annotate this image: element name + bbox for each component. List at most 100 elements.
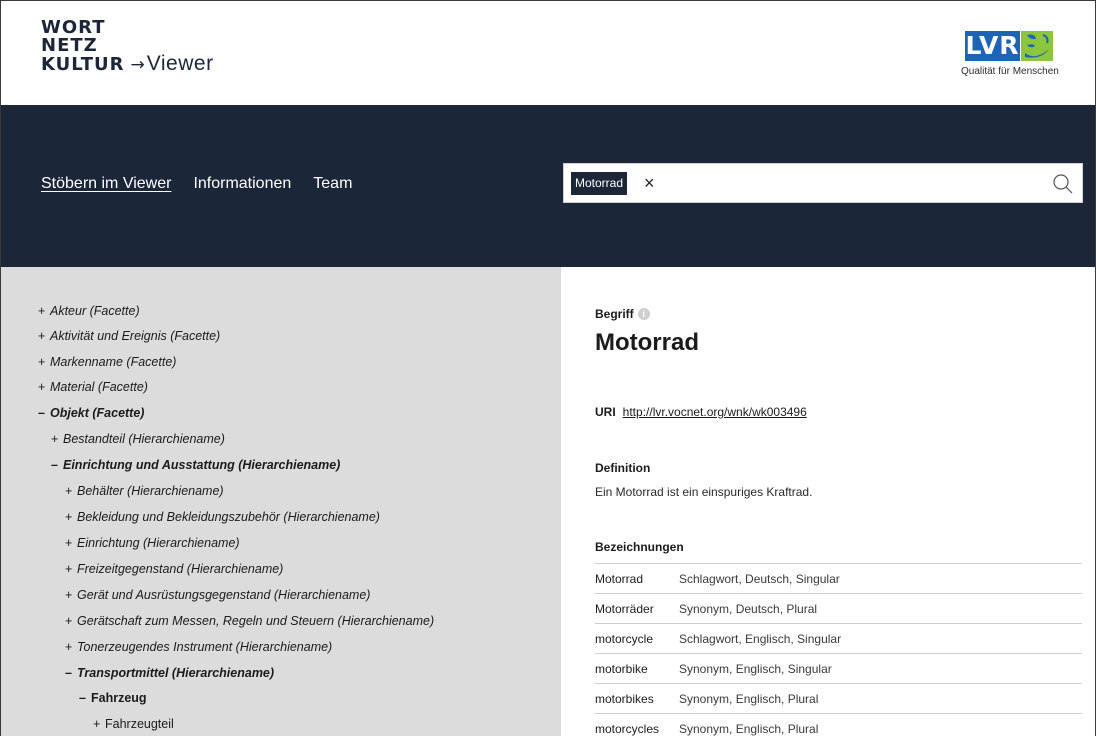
- designation-meta: Schlagwort, Deutsch, Singular: [679, 563, 1082, 594]
- wortnetzkultur-logo[interactable]: WORT NETZ KULTUR → Viewer: [41, 19, 214, 75]
- search-icon[interactable]: [1052, 173, 1074, 195]
- concept-type-label: Begriff: [595, 307, 634, 321]
- arrow-right-icon: →: [130, 55, 145, 75]
- designation-meta: Synonym, Englisch, Singular: [679, 653, 1082, 684]
- tree-item-label: Einrichtung und Ausstattung (Hierarchien…: [63, 458, 341, 472]
- tree-item-label: Objekt (Facette): [50, 406, 145, 420]
- tree-item[interactable]: + Einrichtung (Hierarchiename): [65, 536, 240, 550]
- expand-icon[interactable]: +: [65, 510, 77, 524]
- collapse-icon[interactable]: –: [51, 458, 63, 472]
- expand-icon[interactable]: +: [38, 304, 50, 318]
- designation-meta: Synonym, Englisch, Plural: [679, 683, 1082, 714]
- tree-item[interactable]: + Behälter (Hierarchiename): [65, 484, 224, 498]
- uri-link[interactable]: http://lvr.vocnet.org/wnk/wk003496: [623, 405, 807, 419]
- tree-item[interactable]: + Markenname (Facette): [38, 355, 176, 369]
- page-frame: WORT NETZ KULTUR → Viewer LVR Qualität f…: [0, 0, 1096, 736]
- tree-item-label: Transportmittel (Hierarchiename): [77, 666, 275, 680]
- expand-icon[interactable]: +: [38, 355, 50, 369]
- tree-item-label: Freizeitgegenstand (Hierarchiename): [77, 562, 284, 576]
- expand-icon[interactable]: +: [65, 614, 77, 628]
- designation-meta: Schlagwort, Englisch, Singular: [679, 623, 1082, 654]
- tree-item[interactable]: + Freizeitgegenstand (Hierarchiename): [65, 562, 283, 576]
- collapse-icon[interactable]: –: [65, 666, 77, 680]
- tree-item[interactable]: + Akteur (Facette): [38, 304, 140, 318]
- tree-item-label: Behälter (Hierarchiename): [77, 484, 224, 498]
- nav-stoebern[interactable]: Stöbern im Viewer: [41, 175, 171, 193]
- tree-item-label: Fahrzeug: [91, 691, 147, 705]
- tree-item-label: Gerätschaft zum Messen, Regeln und Steue…: [77, 614, 435, 628]
- expand-icon[interactable]: +: [38, 329, 50, 343]
- lvr-logo[interactable]: LVR Qualität für Menschen: [961, 31, 1089, 93]
- tree-item[interactable]: + Fahrzeugteil: [93, 717, 174, 731]
- table-row: motorcycles Synonym, Englisch, Plural: [595, 713, 1082, 736]
- tree-item[interactable]: – Fahrzeug: [79, 691, 147, 705]
- table-row: motorbike Synonym, Englisch, Singular: [595, 653, 1082, 684]
- collapse-icon[interactable]: –: [38, 406, 50, 420]
- nav-team[interactable]: Team: [313, 175, 352, 193]
- expand-icon[interactable]: +: [65, 562, 77, 576]
- page-title: Motorrad: [595, 329, 699, 356]
- logo-viewer: Viewer: [146, 52, 214, 75]
- tree-item-label: Aktivität und Ereignis (Facette): [50, 329, 221, 343]
- main-nav: Stöbern im Viewer Informationen Team: [41, 175, 374, 193]
- tree-item-label: Bestandteil (Hierarchiename): [63, 432, 225, 446]
- search-input[interactable]: [664, 170, 1044, 196]
- designations-table: Motorrad Schlagwort, Deutsch, Singular Mo…: [595, 563, 1082, 736]
- tree-item-label: Akteur (Facette): [50, 304, 140, 318]
- hierarchy-tree: + Akteur (Facette) + Aktivität und Ereigni…: [1, 267, 561, 736]
- site-header: WORT NETZ KULTUR → Viewer LVR Qualität f…: [1, 1, 1095, 105]
- expand-icon[interactable]: +: [65, 640, 77, 654]
- definition-label: Definition: [595, 461, 651, 475]
- tree-item-label: Fahrzeugteil: [105, 717, 174, 731]
- tree-item[interactable]: + Bekleidung und Bekleidungszubehör (Hier…: [65, 510, 380, 524]
- designation-term: Motorräder: [595, 593, 679, 624]
- close-icon[interactable]: ×: [644, 172, 655, 194]
- designation-term: Motorrad: [595, 563, 679, 594]
- uri-row: URI http://lvr.vocnet.org/wnk/wk003496: [595, 405, 807, 419]
- expand-icon[interactable]: +: [65, 536, 77, 550]
- concept-detail: Begriff i Motorrad URI http://lvr.vocnet.o…: [561, 267, 1095, 736]
- search-box: Motorrad ×: [563, 163, 1083, 203]
- search-chip[interactable]: Motorrad: [571, 172, 628, 195]
- expand-icon[interactable]: +: [51, 432, 63, 446]
- lvr-face-icon: [1021, 31, 1053, 61]
- collapse-icon[interactable]: –: [79, 691, 91, 705]
- logo-kultur: KULTUR: [41, 54, 125, 75]
- tree-item[interactable]: – Einrichtung und Ausstattung (Hierarchie…: [51, 458, 340, 472]
- lvr-wordmark: LVR: [965, 31, 1020, 61]
- tree-item[interactable]: + Material (Facette): [38, 380, 148, 394]
- tree-item[interactable]: + Gerätschaft zum Messen, Regeln und Steu…: [65, 614, 434, 628]
- expand-icon[interactable]: +: [93, 717, 105, 731]
- uri-label: URI: [595, 405, 616, 419]
- expand-icon[interactable]: +: [65, 484, 77, 498]
- expand-icon[interactable]: +: [38, 380, 50, 394]
- table-row: Motorräder Synonym, Deutsch, Plural: [595, 593, 1082, 624]
- tree-item-label: Bekleidung und Bekleidungszubehör (Hiera…: [77, 510, 380, 524]
- tree-item[interactable]: + Gerät und Ausrüstungsgegenstand (Hierar…: [65, 588, 370, 602]
- lvr-tagline: Qualität für Menschen: [961, 66, 1059, 77]
- table-row: motorbikes Synonym, Englisch, Plural: [595, 683, 1082, 714]
- table-row: Motorrad Schlagwort, Deutsch, Singular: [595, 563, 1082, 594]
- expand-icon[interactable]: +: [65, 588, 77, 602]
- tree-item[interactable]: + Bestandteil (Hierarchiename): [51, 432, 225, 446]
- tree-item-label: Markenname (Facette): [50, 355, 177, 369]
- nav-informationen[interactable]: Informationen: [193, 175, 291, 193]
- designation-meta: Synonym, Englisch, Plural: [679, 713, 1082, 736]
- designation-term: motorbike: [595, 653, 679, 684]
- designation-term: motorcycle: [595, 623, 679, 654]
- table-row: motorcycle Schlagwort, Englisch, Singular: [595, 623, 1082, 654]
- navigation-band: Stöbern im Viewer Informationen Team Mot…: [1, 105, 1095, 267]
- tree-item[interactable]: – Objekt (Facette): [38, 406, 144, 420]
- designation-meta: Synonym, Deutsch, Plural: [679, 593, 1082, 624]
- designations-label: Bezeichnungen: [595, 540, 684, 554]
- tree-item-label: Gerät und Ausrüstungsgegenstand (Hierarc…: [77, 588, 371, 602]
- designation-term: motorbikes: [595, 683, 679, 714]
- info-icon[interactable]: i: [637, 308, 650, 320]
- tree-item[interactable]: + Tonerzeugendes Instrument (Hierarchiena…: [65, 640, 332, 654]
- tree-item[interactable]: + Aktivität und Ereignis (Facette): [38, 329, 220, 343]
- tree-item[interactable]: – Transportmittel (Hierarchiename): [65, 666, 274, 680]
- concept-type: Begriff i: [595, 307, 650, 321]
- tree-item-label: Tonerzeugendes Instrument (Hierarchienam…: [77, 640, 333, 654]
- definition-text: Ein Motorrad ist ein einspuriges Kraftra…: [595, 485, 813, 499]
- logo-line-3: KULTUR → Viewer: [41, 52, 214, 75]
